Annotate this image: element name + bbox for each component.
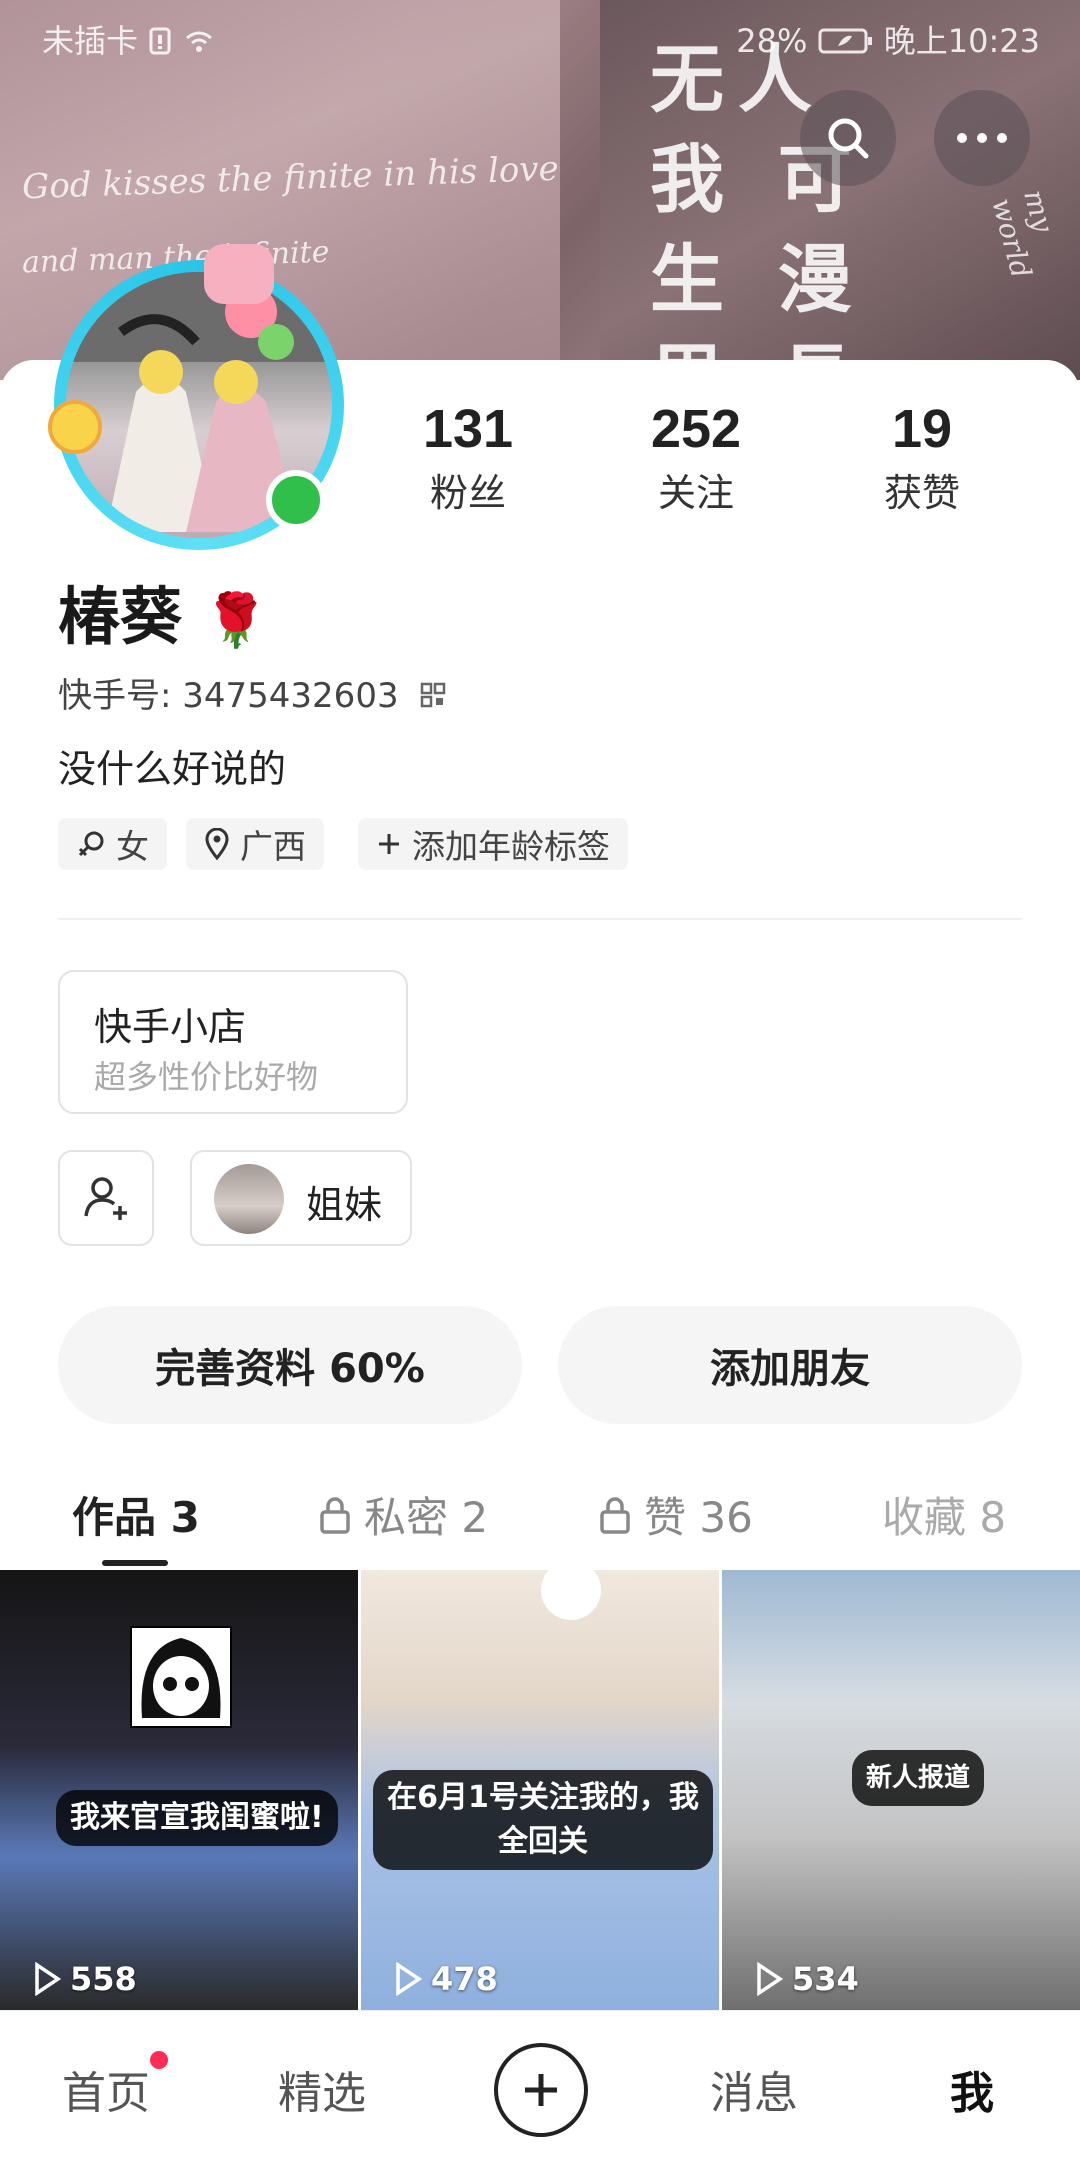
tab-private-label: 私密 2 [364,1493,489,1542]
battery-text: 28% [736,22,808,60]
female-icon [78,831,104,857]
status-bar: 未插卡 28% 晚上10:23 [0,14,1080,62]
tab-likes-label: 赞 36 [644,1493,753,1542]
clock-text: 晚上10:23 [883,22,1040,60]
divider [58,918,1022,920]
tag-add-age-label: 添加年龄标签 [412,827,610,866]
plus-icon [379,834,399,854]
tag-gender-label: 女 [116,827,149,866]
profile-bio[interactable]: 没什么好说的 [58,738,286,793]
add-user-button[interactable] [58,1150,154,1246]
video-thumbnail[interactable]: 在6月1号关注我的，我全回关 478 [361,1570,719,2010]
video-plays-value: 534 [792,1960,859,1998]
play-icon [757,1962,784,1996]
stat-followers-value: 131 [422,399,514,459]
stat-likes-label: 获赞 [883,471,960,515]
status-right: 28% 晚上10:23 [736,16,1040,62]
stat-followers-label: 粉丝 [429,471,506,515]
lock-icon [320,1496,350,1534]
content-tabs: 作品 3 私密 2 赞 36 收藏 8 [0,1460,1080,1560]
video-caption: 新人报道 [852,1750,985,1806]
tab-works-label: 作品 3 [72,1493,200,1542]
car-sticker-icon [204,244,274,304]
manga-sticker-icon [130,1626,232,1728]
avatar[interactable] [48,244,344,550]
group-avatar [214,1164,284,1234]
video-caption: 在6月1号关注我的，我全回关 [373,1770,713,1870]
battery-icon [818,28,872,54]
add-user-icon [84,1177,127,1220]
tab-works[interactable]: 作品 3 [72,1484,200,1545]
video-plays-value: 558 [70,1960,137,1998]
video-play-count: 478 [393,1960,498,1998]
plus-icon [525,2074,557,2106]
search-icon [828,118,869,159]
stat-likes-value: 19 [891,399,953,459]
nav-home[interactable]: 首页 [62,2057,150,2121]
banner-chinese-text: 无人 我 可 生 漫 里 長 替 的 [650,37,866,380]
nav-me[interactable]: 我 [950,2057,994,2121]
tab-likes[interactable]: 赞 36 [598,1484,753,1545]
bottom-nav: 首页 精选 消息 我 [0,2010,1080,2161]
sim-icon [149,27,171,55]
tab-favorites[interactable]: 收藏 8 [882,1484,1006,1545]
video-caption: 我来官宣我闺蜜啦! [56,1790,338,1846]
create-button[interactable] [494,2043,588,2137]
video-play-count: 534 [754,1960,859,1998]
complete-profile-button[interactable]: 完善资料 60% [58,1306,522,1424]
qrcode-icon[interactable] [419,681,447,709]
tab-favorites-label: 收藏 8 [882,1493,1007,1542]
shop-subtitle: 超多性价比好物 [94,1058,319,1096]
play-icon [35,1962,62,1996]
flower-sticker-icon [48,400,102,454]
tab-private[interactable]: 私密 2 [318,1484,488,1545]
more-icon [957,133,1007,143]
video-play-count: 558 [32,1960,137,1998]
stat-followers[interactable]: 131 粉丝 [378,398,558,517]
group-chip[interactable]: 姐妹 [190,1150,412,1246]
location-icon [205,828,229,860]
video-thumbnail[interactable]: 我来官宣我闺蜜啦! 558 [0,1570,358,2010]
tag-add-age[interactable]: 添加年龄标签 [358,818,628,870]
play-icon [396,1962,423,1996]
nav-featured[interactable]: 精选 [278,2057,366,2121]
shop-title: 快手小店 [94,1005,247,1049]
stat-following-label: 关注 [657,471,734,515]
stat-following-value: 252 [650,399,742,459]
face-cover-icon [541,1570,601,1620]
nav-messages[interactable]: 消息 [710,2057,798,2121]
notification-dot [150,2051,168,2069]
video-thumbnail[interactable]: 新人报道 534 [722,1570,1080,2010]
stat-following[interactable]: 252 关注 [606,398,786,517]
tag-gender[interactable]: 女 [58,818,167,870]
shop-card[interactable]: 快手小店 超多性价比好物 [58,970,408,1114]
user-id[interactable]: 快手号: 3475432603 [58,668,447,717]
lock-icon [600,1496,630,1534]
profile-name-text: 椿葵 [58,580,183,653]
wifi-icon [186,31,213,52]
group-label: 姐妹 [306,1183,383,1227]
user-id-text: 快手号: 3475432603 [58,676,399,716]
video-plays-value: 478 [431,1960,498,1998]
add-friends-button[interactable]: 添加朋友 [558,1306,1022,1424]
tag-location[interactable]: 广西 [186,818,324,870]
more-button[interactable] [934,90,1030,186]
video-grid: 我来官宣我闺蜜啦! 558 在6月1号关注我的，我全回关 478 新人报道 53… [0,1570,1080,2010]
search-button[interactable] [800,90,896,186]
profile-name: 椿葵 🌹 [58,566,268,656]
tag-location-label: 广西 [240,827,306,866]
online-status-dot [266,470,326,530]
stat-likes[interactable]: 19 获赞 [832,398,1012,517]
rose-icon: 🌹 [203,591,269,651]
carrier-text: 未插卡 [42,16,214,62]
tab-underline [102,1560,168,1566]
